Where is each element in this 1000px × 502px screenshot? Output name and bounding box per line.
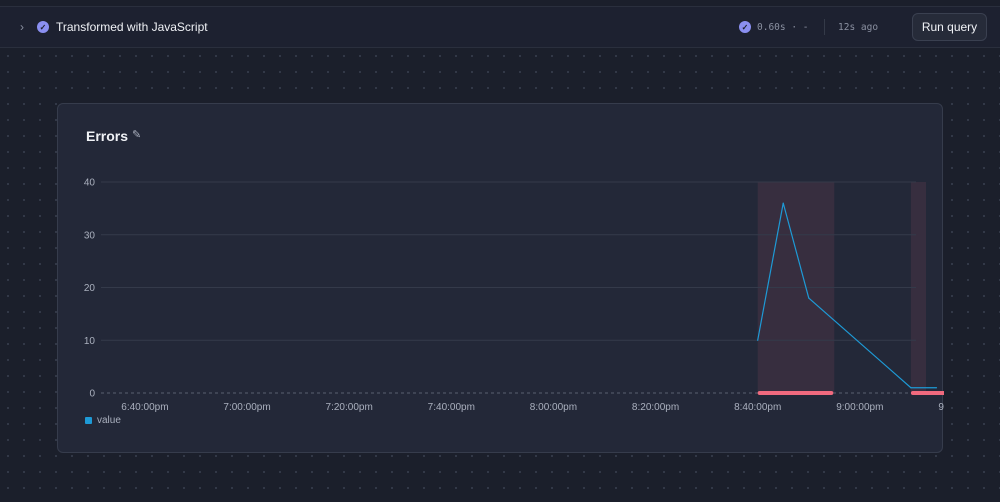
divider: [824, 19, 825, 35]
y-tick-label: 20: [84, 283, 96, 294]
x-tick-label: 8:00:00pm: [530, 402, 577, 413]
alert-marker: [910, 391, 944, 395]
data-point: [935, 387, 938, 389]
data-point: [782, 202, 784, 204]
run-query-button[interactable]: Run query: [912, 13, 987, 41]
data-point: [910, 387, 912, 389]
chart-card: Errors ✎ 0 10 20 30 40 6:40:00pm 7:00:00pm 7:20…: [57, 103, 944, 453]
alert-marker: [757, 391, 834, 395]
x-tick-label: 7:20:00pm: [326, 402, 373, 413]
x-tick-label: 9:00:00pm: [836, 402, 883, 413]
legend-label: value: [97, 415, 121, 426]
query-title: Transformed with JavaScript: [56, 20, 208, 34]
query-header: › ✓ Transformed with JavaScript ✓ 0.60s …: [0, 6, 1000, 48]
x-tick-label: 8:20:00pm: [632, 402, 679, 413]
x-tick-label: 8:40:00pm: [734, 402, 781, 413]
x-tick-label: 6:40:00pm: [121, 402, 168, 413]
y-tick-label: 0: [89, 389, 95, 400]
check-circle-icon: ✓: [37, 21, 49, 33]
x-tick-label: 7:00:00pm: [223, 402, 270, 413]
x-tick-label: 7:40:00pm: [428, 402, 475, 413]
chevron-right-icon[interactable]: ›: [20, 20, 24, 34]
data-point: [757, 339, 759, 341]
y-tick-label: 30: [84, 230, 96, 241]
last-run-time: 12s ago: [838, 21, 879, 33]
y-tick-label: 40: [84, 178, 96, 189]
x-tick-label: 9:20:00pm: [938, 402, 944, 413]
legend[interactable]: value: [85, 415, 121, 426]
success-icon: ✓: [739, 21, 751, 33]
legend-swatch: [85, 417, 92, 424]
y-tick-label: 10: [84, 336, 96, 347]
query-timing: 0.60s · -: [757, 21, 809, 33]
data-point: [808, 297, 810, 299]
errors-chart: 0 10 20 30 40 6:40:00pm 7:00:00pm 7:20:00pm 7:40…: [84, 178, 944, 413]
